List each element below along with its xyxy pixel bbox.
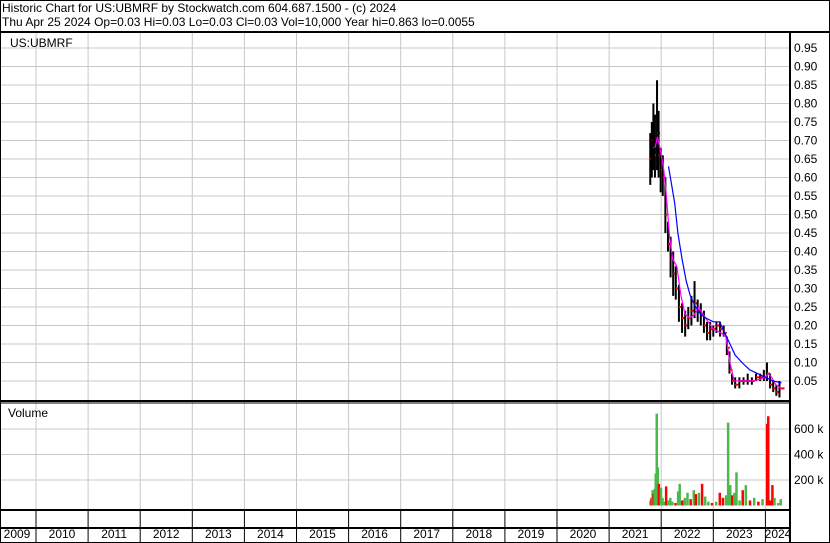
close-mark — [716, 324, 720, 327]
volume-bar — [703, 496, 707, 506]
volume-bar — [674, 502, 677, 506]
volume-bar — [776, 502, 780, 506]
stock-chart: 0.05 0.10 0.15 0.20 0.25 0.30 0.35 0.40 0.45 0.50… — [0, 0, 830, 543]
volume-bar — [748, 500, 752, 506]
volume-bar — [681, 500, 684, 506]
year-label: 2017 — [413, 527, 440, 541]
price-tick-label: 0.20 — [794, 319, 818, 333]
price-tick-label: 0.70 — [794, 134, 818, 148]
price-tick-label: 0.60 — [794, 171, 818, 185]
volume-bar — [779, 499, 783, 506]
close-mark — [756, 376, 760, 379]
price-tick-label: 0.10 — [794, 356, 818, 370]
close-mark — [735, 383, 739, 386]
volume-bar — [773, 497, 776, 506]
volume-bar — [721, 497, 725, 506]
volume-bar — [714, 501, 718, 506]
price-tick-label: 0.45 — [794, 226, 818, 240]
volume-tick-label: 400 k — [794, 448, 824, 462]
volume-bar — [700, 483, 704, 506]
price-tick-label: 0.25 — [794, 300, 818, 314]
volume-bar — [767, 416, 770, 506]
price-tick-label: 0.65 — [794, 152, 818, 166]
volume-bar — [738, 500, 741, 506]
price-tick-label: 0.95 — [794, 41, 818, 55]
year-label: 2018 — [465, 527, 492, 541]
volume-bar — [707, 501, 710, 506]
volume-tick-label: 200 k — [794, 473, 824, 487]
price-tick-label: 0.15 — [794, 337, 818, 351]
long-moving-average-line — [667, 166, 782, 384]
price-tick-label: 0.80 — [794, 97, 818, 111]
volume-bar — [689, 499, 692, 506]
volume-bar — [757, 501, 760, 506]
price-tick-label: 0.75 — [794, 115, 818, 129]
price-panel-label: US:UBMRF — [10, 36, 73, 50]
price-tick-label: 0.40 — [794, 245, 818, 259]
volume-bar — [694, 494, 698, 506]
volume-bar — [761, 499, 764, 506]
volume-bar — [718, 492, 722, 506]
year-label: 2011 — [101, 527, 127, 541]
year-label: 2009 — [4, 527, 31, 541]
volume-bar — [686, 492, 689, 506]
year-label: 2021 — [622, 527, 649, 541]
chart-window: Historic Chart for US:UBMRF by Stockwatc… — [0, 0, 830, 543]
outer-border — [0, 0, 830, 543]
year-label: 2010 — [49, 527, 76, 541]
volume-bar — [710, 502, 714, 506]
price-tick-label: 0.05 — [794, 374, 818, 388]
price-tick-label: 0.30 — [794, 282, 818, 296]
volume-bar — [752, 497, 756, 506]
volume-bar — [678, 483, 681, 506]
price-tick-label: 0.55 — [794, 189, 818, 203]
price-tick-label: 0.35 — [794, 263, 818, 277]
year-label: 2012 — [153, 527, 180, 541]
year-label: 2020 — [570, 527, 597, 541]
year-label: 2023 — [726, 527, 753, 541]
volume-panel-label: Volume — [8, 406, 48, 420]
close-mark — [781, 387, 785, 390]
year-label: 2016 — [361, 527, 388, 541]
price-tick-label: 0.90 — [794, 60, 818, 74]
price-tick-label: 0.50 — [794, 208, 818, 222]
year-label: 2019 — [518, 527, 545, 541]
volume-bar — [683, 497, 687, 506]
volume-bar — [697, 492, 701, 506]
volume-bar — [741, 490, 744, 506]
year-label: 2024 — [765, 527, 792, 541]
volume-tick-label: 600 k — [794, 422, 824, 436]
volume-bar — [671, 501, 674, 506]
year-label: 2013 — [205, 527, 232, 541]
price-tick-label: 0.85 — [794, 78, 818, 92]
year-label: 2014 — [257, 527, 284, 541]
volume-bar — [744, 485, 748, 506]
year-label: 2022 — [674, 527, 701, 541]
year-label: 2015 — [309, 527, 336, 541]
volume-bar — [735, 472, 738, 506]
